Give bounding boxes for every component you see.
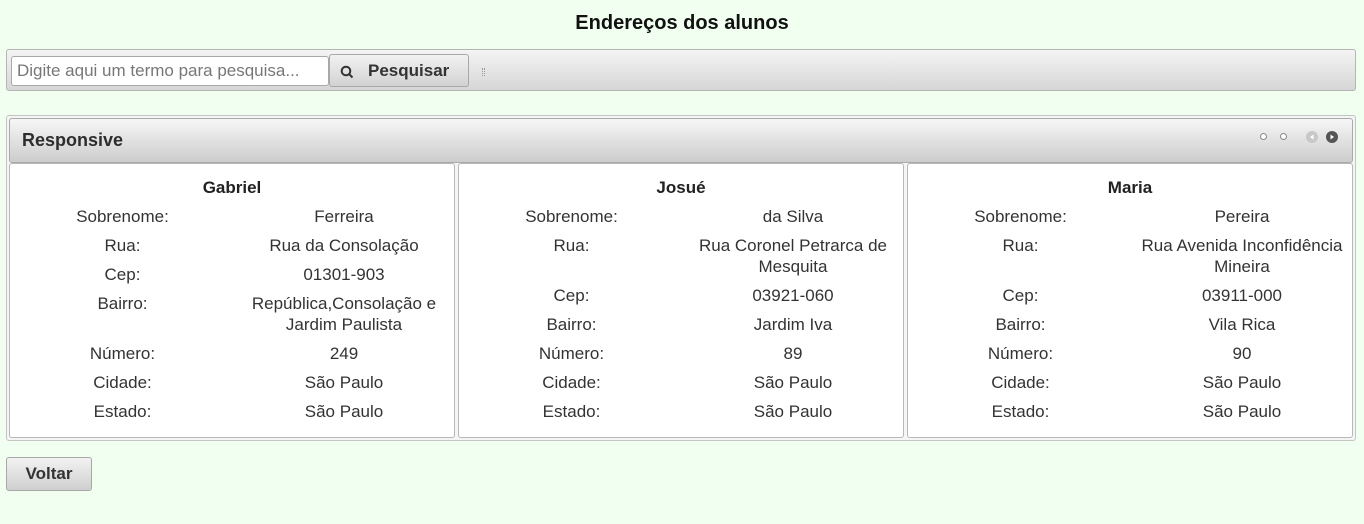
field-value: São Paulo — [304, 402, 384, 421]
page-title: Endereços dos alunos — [575, 12, 789, 34]
field-label: Rua: — [1002, 236, 1039, 255]
field-value: 249 — [329, 344, 359, 363]
field-label: Sobrenome: — [76, 207, 169, 226]
field-cidade: Cidade: São Paulo — [908, 372, 1352, 393]
field-value: 89 — [783, 344, 803, 363]
search-button-label: Pesquisar — [368, 60, 450, 80]
field-bairro: Bairro: República,Consolação e Jardim Pau… — [10, 293, 454, 335]
field-label: Cidade: — [991, 373, 1050, 392]
field-label: Estado: — [93, 402, 152, 421]
field-label: Bairro: — [97, 294, 148, 313]
field-label: Cidade: — [542, 373, 601, 392]
field-cidade: Cidade: São Paulo — [10, 372, 454, 393]
student-card: Josué Sobrenome: da Silva Rua: Rua Coronel… — [458, 163, 904, 438]
field-value: Ferreira — [314, 207, 374, 226]
field-value: São Paulo — [753, 373, 833, 392]
toolbar-separator — [482, 68, 485, 76]
search-input[interactable] — [11, 56, 329, 86]
field-numero: Número: 89 — [459, 343, 903, 364]
field-label: Sobrenome: — [525, 207, 618, 226]
field-label: Rua: — [104, 236, 141, 255]
page-dot-1[interactable] — [1260, 133, 1267, 140]
field-estado: Estado: São Paulo — [10, 401, 454, 422]
prev-arrow-icon[interactable] — [1306, 131, 1318, 143]
field-value: 03911-000 — [1201, 286, 1283, 305]
panel-header: Responsive — [9, 118, 1353, 163]
student-cards: Gabriel Sobrenome: Ferreira Rua: Rua da Co… — [9, 163, 1353, 438]
student-card: Maria Sobrenome: Pereira Rua: Rua Avenida … — [907, 163, 1353, 438]
field-label: Estado: — [542, 402, 601, 421]
field-estado: Estado: São Paulo — [908, 401, 1352, 422]
field-cidade: Cidade: São Paulo — [459, 372, 903, 393]
field-value: Rua da Consolação — [269, 236, 419, 255]
field-label: Sobrenome: — [974, 207, 1067, 226]
field-value: da Silva — [762, 207, 824, 226]
field-sobrenome: Sobrenome: Ferreira — [10, 206, 454, 227]
field-value: Vila Rica — [1208, 315, 1276, 334]
field-value: São Paulo — [304, 373, 384, 392]
field-label: Bairro: — [546, 315, 597, 334]
field-label: Cep: — [1002, 286, 1039, 305]
field-label: Número: — [89, 344, 156, 363]
field-sobrenome: Sobrenome: Pereira — [908, 206, 1352, 227]
field-sobrenome: Sobrenome: da Silva — [459, 206, 903, 227]
field-label: Estado: — [991, 402, 1050, 421]
field-value: Rua Avenida Inconfidência Mineira — [1141, 236, 1343, 276]
field-bairro: Bairro: Jardim Iva — [459, 314, 903, 335]
student-name: Maria — [1107, 178, 1153, 197]
field-label: Número: — [987, 344, 1054, 363]
panel-title: Responsive — [22, 130, 124, 150]
field-value: 03921-060 — [752, 286, 834, 305]
search-icon — [340, 64, 354, 78]
search-button[interactable]: Pesquisar — [329, 54, 469, 87]
field-value: 01301-903 — [303, 265, 385, 284]
page-dot-2[interactable] — [1280, 133, 1287, 140]
field-value: República,Consolação e Jardim Paulista — [251, 294, 437, 334]
field-label: Número: — [538, 344, 605, 363]
field-value: São Paulo — [753, 402, 833, 421]
student-card: Gabriel Sobrenome: Ferreira Rua: Rua da Co… — [9, 163, 455, 438]
field-cep: Cep: 03911-000 — [908, 285, 1352, 306]
field-value: 90 — [1232, 344, 1252, 363]
field-numero: Número: 90 — [908, 343, 1352, 364]
field-label: Cep: — [104, 265, 141, 284]
field-label: Cep: — [553, 286, 590, 305]
field-estado: Estado: São Paulo — [459, 401, 903, 422]
responsive-panel: Responsive Gabriel Sobrenome: Ferreira Ru… — [6, 115, 1356, 441]
field-numero: Número: 249 — [10, 343, 454, 364]
field-value: São Paulo — [1202, 373, 1282, 392]
field-bairro: Bairro: Vila Rica — [908, 314, 1352, 335]
back-button[interactable]: Voltar — [6, 457, 92, 491]
student-name: Gabriel — [202, 178, 262, 197]
student-name: Josué — [656, 178, 706, 197]
field-rua: Rua: Rua Coronel Petrarca de Mesquita — [459, 235, 903, 277]
field-rua: Rua: Rua da Consolação — [10, 235, 454, 256]
field-rua: Rua: Rua Avenida Inconfidência Mineira — [908, 235, 1352, 277]
field-label: Bairro: — [995, 315, 1046, 334]
field-value: Pereira — [1214, 207, 1270, 226]
field-value: Jardim Iva — [753, 315, 833, 334]
next-arrow-icon[interactable] — [1326, 131, 1338, 143]
field-label: Cidade: — [93, 373, 152, 392]
field-value: Rua Coronel Petrarca de Mesquita — [698, 236, 888, 276]
search-toolbar: Pesquisar — [6, 49, 1356, 91]
field-cep: Cep: 01301-903 — [10, 264, 454, 285]
field-cep: Cep: 03921-060 — [459, 285, 903, 306]
field-label: Rua: — [553, 236, 590, 255]
field-value: São Paulo — [1202, 402, 1282, 421]
